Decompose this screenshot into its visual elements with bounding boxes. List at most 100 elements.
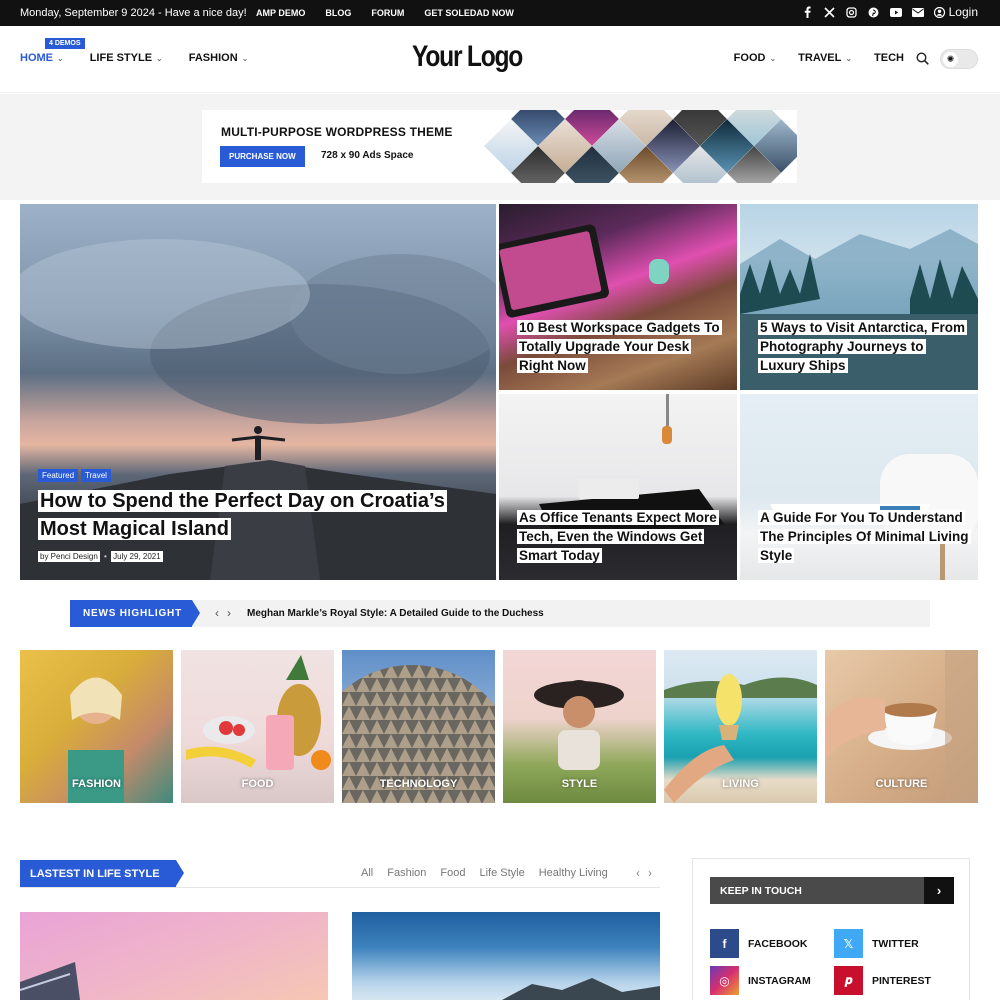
demos-badge: 4 DEMOS — [45, 38, 85, 49]
tag-featured[interactable]: Featured — [38, 469, 79, 482]
post-date: July 29, 2021 — [111, 551, 163, 562]
category-label: FOOD — [241, 778, 274, 790]
post-card-workspace-gadgets[interactable]: 10 Best Workspace Gadgets To Totally Upg… — [499, 204, 737, 390]
site-logo[interactable]: Your Logo — [412, 40, 523, 74]
nav-home-label: HOME — [20, 52, 53, 64]
post-card-antarctica[interactable]: 5 Ways to Visit Antarctica, From Photogr… — [740, 204, 978, 390]
chevron-right-icon[interactable]: › — [227, 606, 231, 620]
date-text: Monday, September 9 2024 - Have a nice d… — [20, 7, 247, 19]
nav-tech[interactable]: TECH — [874, 52, 904, 64]
widget-title-text: KEEP IN TOUCH — [720, 884, 802, 897]
social-twitter[interactable]: 𝕏 TWITTER — [834, 929, 919, 958]
ad-space-text: 728 x 90 Ads Space — [321, 150, 414, 161]
chevron-down-icon: ⌄ — [769, 53, 777, 63]
social-label: TWITTER — [872, 937, 919, 950]
ad-band: MULTI-PURPOSE WORDPRESS THEME PURCHASE N… — [0, 94, 1000, 200]
top-links: AMP DEMO BLOG FORUM GET SOLEDAD NOW — [256, 8, 514, 18]
category-living[interactable]: LIVING — [664, 650, 817, 803]
chevron-right-icon[interactable]: › — [924, 877, 954, 904]
category-food[interactable]: FOOD — [181, 650, 334, 803]
latest-post-image[interactable] — [352, 912, 660, 1000]
keep-in-touch-widget: KEEP IN TOUCH › f FACEBOOK 𝕏 TWITTER ◎ I… — [692, 858, 970, 1000]
main-nav-right: FOOD ⌄ TRAVEL ⌄ TECH — [734, 52, 904, 64]
post-card-minimal-living[interactable]: A Guide For You To Understand The Princi… — [740, 394, 978, 580]
filter-fashion[interactable]: Fashion — [387, 867, 426, 879]
instagram-icon[interactable] — [846, 6, 858, 18]
news-highlight-label: NEWS HIGHLIGHT — [70, 600, 200, 627]
post-image — [20, 962, 80, 1000]
nav-travel-label: TRAVEL — [798, 52, 842, 64]
latest-section-label: LASTEST IN LIFE STYLE — [20, 860, 184, 887]
social-pinterest[interactable]: 𝒑 PINTEREST — [834, 966, 931, 995]
chevron-right-icon[interactable]: › — [648, 866, 652, 880]
filter-all[interactable]: All — [361, 867, 373, 879]
facebook-icon[interactable] — [802, 6, 814, 18]
chevron-left-icon[interactable]: ‹ — [215, 606, 219, 620]
category-technology[interactable]: TECHNOLOGY — [342, 650, 495, 803]
nav-food[interactable]: FOOD ⌄ — [734, 52, 776, 64]
nav-travel[interactable]: TRAVEL ⌄ — [798, 52, 852, 64]
facebook-icon: f — [710, 929, 739, 958]
post-card-office-tech[interactable]: As Office Tenants Expect More Tech, Even… — [499, 394, 737, 580]
category-fashion[interactable]: FASHION — [20, 650, 173, 803]
purchase-now-button[interactable]: PURCHASE NOW — [220, 146, 305, 167]
top-bar: Monday, September 9 2024 - Have a nice d… — [0, 0, 1000, 26]
x-icon[interactable] — [824, 6, 836, 18]
tag-travel[interactable]: Travel — [81, 469, 111, 482]
instagram-icon: ◎ — [710, 966, 739, 995]
top-link-get-soledad[interactable]: GET SOLEDAD NOW — [424, 8, 514, 18]
chevron-down-icon: ⌄ — [845, 53, 853, 63]
filter-life-style[interactable]: Life Style — [479, 867, 524, 879]
ticker-arrows: ‹ › — [215, 606, 231, 620]
widget-title: KEEP IN TOUCH › — [710, 877, 954, 904]
news-ticker: NEWS HIGHLIGHT ‹ › Meghan Markle’s Royal… — [70, 600, 930, 627]
category-style[interactable]: STYLE — [503, 650, 656, 803]
sun-icon: ✺ — [943, 52, 958, 67]
post-title[interactable]: A Guide For You To Understand The Princi… — [758, 508, 973, 565]
filter-food[interactable]: Food — [440, 867, 465, 879]
top-link-blog[interactable]: BLOG — [325, 8, 351, 18]
pinterest-icon: 𝒑 — [834, 966, 863, 995]
ad-banner[interactable]: MULTI-PURPOSE WORDPRESS THEME PURCHASE N… — [202, 110, 797, 183]
x-icon: 𝕏 — [834, 929, 863, 958]
post-meta: by Penci Design • July 29, 2021 — [38, 551, 163, 562]
featured-post-title[interactable]: How to Spend the Perfect Day on Croatia’… — [38, 487, 478, 543]
category-label: STYLE — [561, 778, 598, 790]
filter-arrows: ‹ › — [636, 866, 652, 880]
main-nav-left: HOME ⌄ 4 DEMOS LIFE STYLE ⌄ FASHION ⌄ — [20, 38, 249, 64]
nav-life-style[interactable]: LIFE STYLE ⌄ — [90, 52, 163, 64]
top-link-forum[interactable]: FORUM — [371, 8, 404, 18]
login-link[interactable]: Login — [933, 5, 978, 19]
ticker-headline[interactable]: Meghan Markle’s Royal Style: A Detailed … — [247, 608, 544, 619]
nav-fashion[interactable]: FASHION ⌄ — [189, 52, 249, 64]
post-author[interactable]: by Penci Design — [38, 551, 100, 562]
chevron-left-icon[interactable]: ‹ — [636, 866, 640, 880]
latest-filters: All Fashion Food Life Style Healthy Livi… — [361, 867, 608, 879]
nav-life-style-label: LIFE STYLE — [89, 52, 153, 64]
nav-fashion-label: FASHION — [188, 52, 238, 64]
social-label: PINTEREST — [872, 974, 931, 987]
category-culture[interactable]: CULTURE — [825, 650, 978, 803]
post-title[interactable]: 5 Ways to Visit Antarctica, From Photogr… — [758, 318, 968, 375]
social-facebook[interactable]: f FACEBOOK — [710, 929, 808, 958]
social-label: FACEBOOK — [748, 937, 808, 950]
nav-food-label: FOOD — [733, 52, 766, 64]
pinterest-icon[interactable] — [868, 6, 880, 18]
post-title[interactable]: As Office Tenants Expect More Tech, Even… — [517, 508, 732, 565]
post-title[interactable]: 10 Best Workspace Gadgets To Totally Upg… — [517, 318, 727, 375]
nav-home[interactable]: HOME ⌄ 4 DEMOS — [20, 38, 85, 64]
youtube-icon[interactable] — [889, 6, 902, 18]
social-instagram[interactable]: ◎ INSTAGRAM — [710, 966, 811, 995]
ad-image-collage — [484, 110, 797, 183]
mail-icon[interactable] — [911, 6, 924, 18]
top-link-amp-demo[interactable]: AMP DEMO — [256, 8, 305, 18]
chevron-down-icon: ⌄ — [156, 53, 163, 63]
category-label: CULTURE — [875, 778, 928, 790]
filter-healthy-living[interactable]: Healthy Living — [539, 867, 608, 879]
search-icon[interactable] — [916, 52, 929, 65]
chevron-down-icon: ⌄ — [57, 53, 64, 63]
category-label: TECHNOLOGY — [379, 778, 458, 790]
latest-post-image[interactable] — [20, 912, 328, 1000]
dark-mode-toggle[interactable]: ✺ — [940, 49, 978, 69]
featured-post-main[interactable]: Featured Travel How to Spend the Perfect … — [20, 204, 496, 580]
